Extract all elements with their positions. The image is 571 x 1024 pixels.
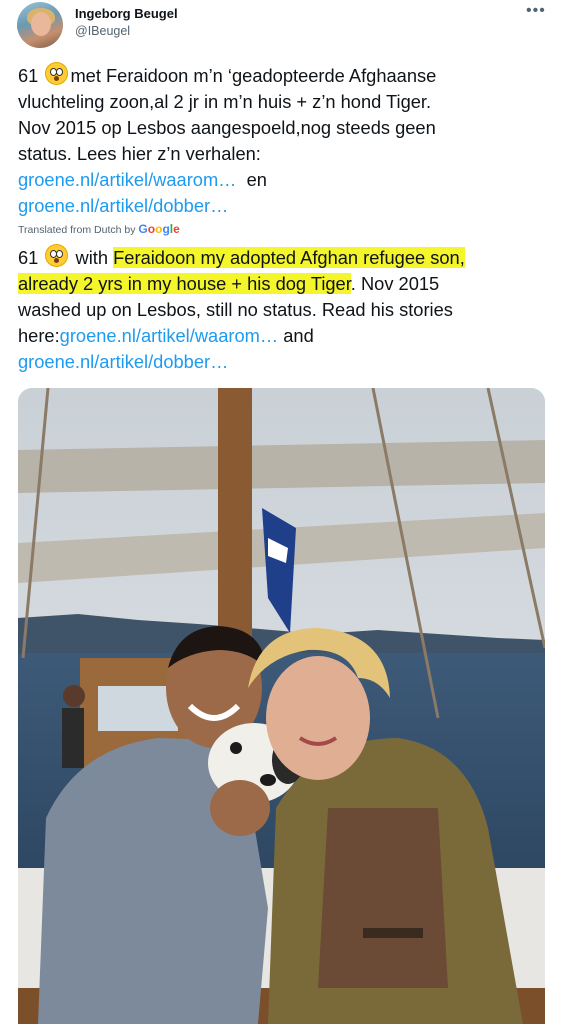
text-fragment: met Feraidoon m’n ‘geadopteerde Afghaans… [70, 65, 437, 86]
translation-attribution: Translated from Dutch by Google [18, 222, 180, 236]
avatar-face [31, 12, 51, 36]
background-person-body [62, 708, 84, 768]
text-line: 61 met Feraidoon m’n ‘geadopteerde Afgha… [18, 62, 548, 89]
text-line: already 2 yrs in my house + his dog Tige… [18, 271, 553, 297]
display-name[interactable]: Ingeborg Beugel [75, 6, 178, 21]
google-logo[interactable]: Google [138, 222, 179, 236]
text-fragment: with [75, 247, 109, 268]
text-line: vluchteling zoon,al 2 jr in m’n huis + z… [18, 91, 432, 112]
text-line: groene.nl/artikel/waarom… en [18, 167, 548, 193]
tweet-header: Ingeborg Beugel @IBeugel ••• [0, 0, 571, 56]
tweet-original-text: 61 met Feraidoon m’n ‘geadopteerde Afgha… [18, 62, 548, 219]
user-handle[interactable]: @IBeugel [75, 24, 130, 38]
dog-spot [230, 742, 242, 754]
text-line: 61 with Feraidoon my adopted Afghan refu… [18, 244, 553, 271]
text-line: groene.nl/artikel/dobber… [18, 349, 553, 375]
man-hand [210, 780, 270, 836]
tweet-photo[interactable] [18, 388, 545, 1024]
photo-illustration [18, 388, 545, 1024]
text-line: washed up on Lesbos, still no status. Re… [18, 299, 453, 320]
article-link-dobber[interactable]: groene.nl/artikel/dobber… [18, 195, 228, 216]
cabin-window [98, 686, 178, 731]
text-fragment: 61 [18, 247, 39, 268]
text-line: groene.nl/artikel/dobber… [18, 193, 548, 219]
text-fragment: 61 [18, 65, 39, 86]
text-line: Nov 2015 op Lesbos aangespoeld,nog steed… [18, 117, 436, 138]
highlighted-text: Feraidoon my adopted Afghan refugee son, [113, 247, 465, 268]
text-fragment: . Nov 2015 [350, 273, 440, 294]
text-fragment: here: [18, 325, 60, 346]
article-link-waarom[interactable]: groene.nl/artikel/waarom… [60, 325, 278, 346]
woman-face [266, 656, 370, 780]
flushed-face-emoji-icon [45, 244, 69, 267]
connector-text: and [283, 325, 314, 346]
tweet-translated-text: 61 with Feraidoon my adopted Afghan refu… [18, 244, 553, 375]
avatar[interactable] [17, 2, 63, 48]
background-person-head [63, 685, 85, 707]
flushed-face-emoji-icon [45, 62, 69, 85]
article-link-waarom[interactable]: groene.nl/artikel/waarom… [18, 169, 236, 190]
woman-top [318, 808, 448, 988]
text-line: here:groene.nl/artikel/waarom… and [18, 323, 553, 349]
dog-spot [260, 774, 276, 786]
article-link-dobber[interactable]: groene.nl/artikel/dobber… [18, 351, 228, 372]
more-icon[interactable]: ••• [526, 2, 546, 20]
translation-prefix: Translated from Dutch by [18, 224, 136, 236]
text-line: status. Lees hier z’n verhalen: [18, 143, 261, 164]
highlighted-text: already 2 yrs in my house + his dog Tige… [18, 273, 351, 294]
sunglasses [363, 928, 423, 938]
connector-text: en [246, 169, 267, 190]
